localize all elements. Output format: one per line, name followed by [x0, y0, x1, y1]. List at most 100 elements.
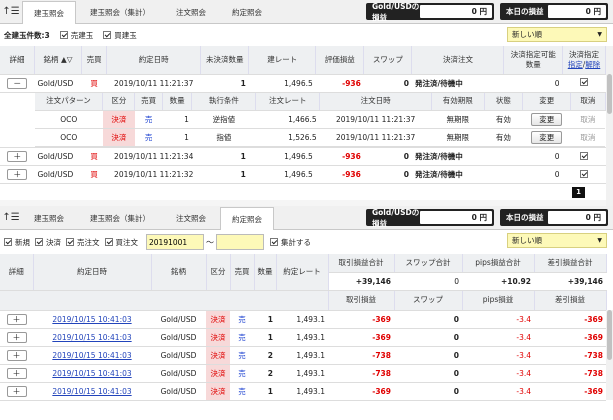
pl-cell: -936 — [315, 165, 364, 184]
date-from-input[interactable] — [146, 234, 204, 250]
symbol-cell: Gold/USD — [151, 364, 206, 383]
exec-date-link[interactable]: 2019/10/15 10:41:03 — [52, 315, 131, 324]
buy-position-checkbox[interactable]: 買建玉 — [103, 30, 137, 41]
expand-button[interactable]: ＋ — [7, 169, 28, 180]
avail-cell: 0 — [503, 74, 563, 93]
buy-order-checkbox[interactable]: 買注文 — [104, 237, 138, 248]
specify-checkbox[interactable] — [580, 78, 589, 86]
page-number[interactable]: 1 — [572, 186, 585, 198]
specify-cell — [562, 165, 606, 184]
col-close-specify: 決済指定 指定/解除 — [562, 46, 606, 75]
kubun-cell: 決済 — [206, 328, 230, 347]
specify-checkbox[interactable] — [580, 169, 589, 178]
rate-cell: 1,493.1 — [276, 382, 328, 401]
expiry-cell: 無期限 — [431, 110, 484, 129]
pips-cell: -3.4 — [462, 310, 534, 329]
expand-button[interactable]: ＋ — [6, 332, 27, 343]
specify-checkbox[interactable] — [580, 151, 589, 160]
sell-position-checkbox[interactable]: 売建玉 — [59, 30, 93, 41]
scrollbar-thumb[interactable] — [607, 74, 612, 114]
expand-button[interactable]: ＋ — [6, 368, 27, 379]
col-total-net: 差引損益合計 — [534, 254, 607, 273]
side-cell: 買 — [81, 147, 107, 166]
order-subtable-row: 注文パターン 区分 売買 数量 執行条件 注文レート 注文日時 有効期限 状態 … — [0, 92, 606, 148]
change-button[interactable]: 変更 — [531, 131, 563, 144]
swap-cell: 0 — [363, 147, 412, 166]
tab-positions-summary[interactable]: 建玉照会（集計） — [78, 1, 162, 23]
detail-cell: ＋ — [0, 165, 35, 184]
sub-col-kubun: 区分 — [102, 92, 136, 111]
status-cell: 発注済/待機中 — [411, 74, 504, 93]
sub-col-qty: 数量 — [162, 92, 193, 111]
net-cell: -369 — [534, 382, 606, 401]
expiry-cell: 無期限 — [431, 128, 484, 147]
detail-cell: － — [0, 74, 35, 93]
executions-scrollbar[interactable] — [606, 310, 613, 400]
sell-order-label: 売注文 — [77, 237, 100, 247]
date-cell: 2019/10/15 10:41:03 — [33, 346, 151, 365]
change-button[interactable]: 変更 — [531, 113, 563, 126]
side-cell: 売 — [230, 328, 254, 347]
swap-cell: 0 — [363, 165, 412, 184]
tab-positions[interactable]: 建玉照会 — [22, 1, 76, 24]
executions-table: 詳細 約定日時 銘柄 区分 売買 数量 約定レート 取引損益合計 スワップ合計 … — [0, 254, 607, 311]
date-to-input[interactable] — [216, 234, 264, 250]
table-row: ＋ 2019/10/15 10:41:03 Gold/USD 決済売 2 1,493.1-… — [0, 364, 606, 383]
col-net: 差引損益 — [534, 290, 607, 311]
date-cell: 2019/10/15 10:41:03 — [33, 310, 151, 329]
menu-icon[interactable]: ↑☰ — [0, 205, 22, 229]
rate-cell: 1,496.5 — [248, 74, 316, 93]
sub-col-change: 変更 — [522, 92, 572, 111]
col-side: 売買 — [81, 46, 108, 75]
new-checkbox[interactable]: 新規 — [4, 237, 30, 248]
expand-button[interactable]: ＋ — [7, 151, 28, 162]
tab-executions[interactable]: 約定照会 — [220, 1, 274, 23]
sort-select[interactable]: 新しい順 ▼ — [507, 27, 607, 42]
expand-button[interactable]: ＋ — [6, 313, 27, 325]
menu-icon[interactable]: ↑☰ — [0, 0, 22, 23]
expand-button[interactable]: ＋ — [6, 386, 27, 397]
tab-positions-summary[interactable]: 建玉照会（集計） — [78, 207, 162, 229]
col-symbol[interactable]: 銘柄 ▲▽ — [34, 46, 83, 75]
kubun-cell: 決済 — [206, 346, 230, 365]
pips-cell: -3.4 — [462, 382, 534, 401]
col-exec-date: 約定日時 — [33, 254, 152, 291]
sell-order-checkbox[interactable]: 売注文 — [66, 237, 100, 248]
daily-pl-value: 0 円 — [548, 211, 606, 224]
swap-cell: 0 — [394, 310, 462, 329]
chevron-down-icon: ▼ — [597, 237, 602, 244]
tab-orders[interactable]: 注文照会 — [164, 207, 218, 229]
exec-date-link[interactable]: 2019/10/15 10:41:03 — [52, 369, 131, 378]
avail-cell: 0 — [503, 165, 563, 184]
date-cell: 2019/10/15 10:41:03 — [33, 382, 151, 401]
scrollbar-thumb[interactable] — [607, 310, 612, 360]
qty-cell: 1 — [200, 74, 249, 93]
aggregate-checkbox[interactable]: 集計する — [270, 237, 311, 248]
col-exec-rate: 約定レート — [276, 254, 329, 291]
release-link[interactable]: 解除 — [585, 60, 600, 69]
sort-value: 新しい順 — [512, 30, 542, 39]
sort-select[interactable]: 新しい順 ▼ — [507, 233, 607, 248]
detail-cell: ＋ — [0, 328, 33, 347]
rate-cell: 1,466.5 — [255, 110, 320, 129]
qty-cell: 1 — [162, 110, 192, 129]
executions-tabbar: ↑☰ 建玉照会 建玉照会（集計） 注文照会 約定照会 Gold/USDの損益 0 … — [0, 206, 613, 230]
cancel-cell[interactable]: 取消 — [570, 128, 605, 147]
exec-date-link[interactable]: 2019/10/15 10:41:03 — [52, 333, 131, 342]
cancel-cell[interactable]: 取消 — [570, 110, 605, 129]
exec-date-link[interactable]: 2019/10/15 10:41:03 — [52, 351, 131, 360]
symbol-cell: Gold/USD — [151, 328, 206, 347]
rate-cell: 1,493.1 — [276, 364, 328, 383]
sort-icon[interactable]: ▲▽ — [61, 55, 73, 64]
date-cell: 2019/10/11 11:21:34 — [106, 147, 201, 166]
tab-executions[interactable]: 約定照会 — [220, 207, 274, 230]
close-checkbox[interactable]: 決済 — [35, 237, 61, 248]
tab-positions[interactable]: 建玉照会 — [22, 207, 76, 229]
positions-scrollbar[interactable] — [606, 46, 613, 226]
date-cell: 2019/10/11 11:21:32 — [106, 165, 201, 184]
expand-button[interactable]: ＋ — [6, 350, 27, 361]
collapse-button[interactable]: － — [7, 77, 28, 89]
specify-link[interactable]: 指定 — [568, 60, 583, 69]
tab-orders[interactable]: 注文照会 — [164, 1, 218, 23]
exec-date-link[interactable]: 2019/10/15 10:41:03 — [52, 387, 131, 396]
